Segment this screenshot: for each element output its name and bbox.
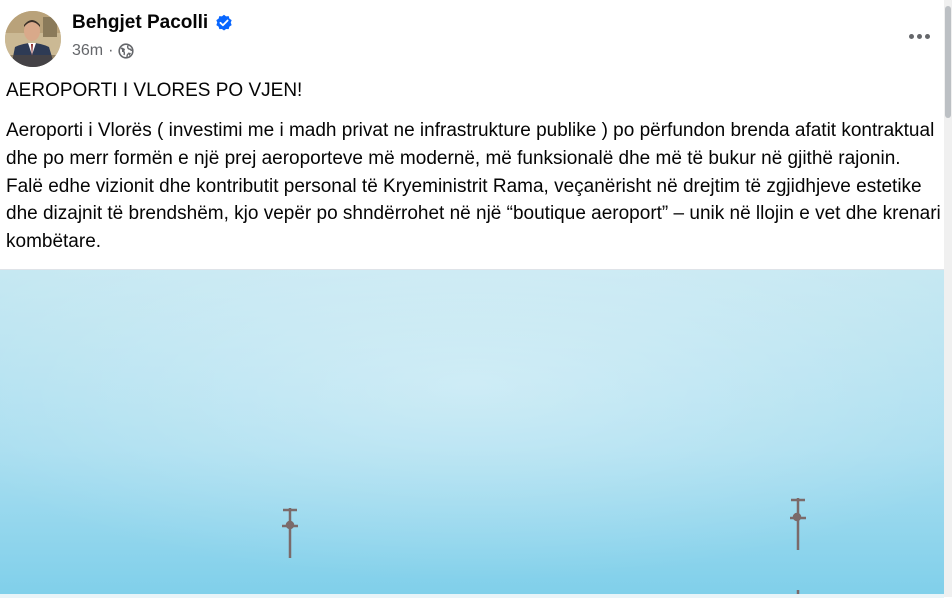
post-header: Behgjet Pacolli 36m · [0, 0, 952, 70]
airport-photo-image [0, 270, 944, 598]
author-name[interactable]: Behgjet Pacolli [72, 12, 208, 34]
globe-icon[interactable] [118, 43, 135, 59]
author-avatar[interactable] [5, 11, 61, 67]
meta-separator: · [108, 42, 114, 59]
more-options-icon [908, 33, 914, 39]
more-options-button[interactable] [903, 22, 935, 50]
post-title: AEROPORTI I VLORES PO VJEN! [6, 80, 303, 101]
post-photo[interactable] [0, 269, 944, 598]
author-name-row: Behgjet Pacolli [72, 12, 233, 34]
post-body-text: Aeroporti i Vlorës ( investimi me i madh… [6, 120, 941, 253]
more-options-icon [916, 33, 922, 39]
more-options-icon [924, 33, 930, 39]
verified-badge-icon [216, 14, 232, 31]
post-body: Aeroporti i Vlorës ( investimi me i madh… [6, 117, 941, 256]
post-timestamp[interactable]: 36m [72, 42, 103, 60]
scrollbar[interactable] [944, 0, 952, 597]
post-meta: 36m · [72, 42, 135, 60]
avatar-photo [5, 11, 61, 67]
scrollbar-thumb[interactable] [945, 6, 951, 118]
